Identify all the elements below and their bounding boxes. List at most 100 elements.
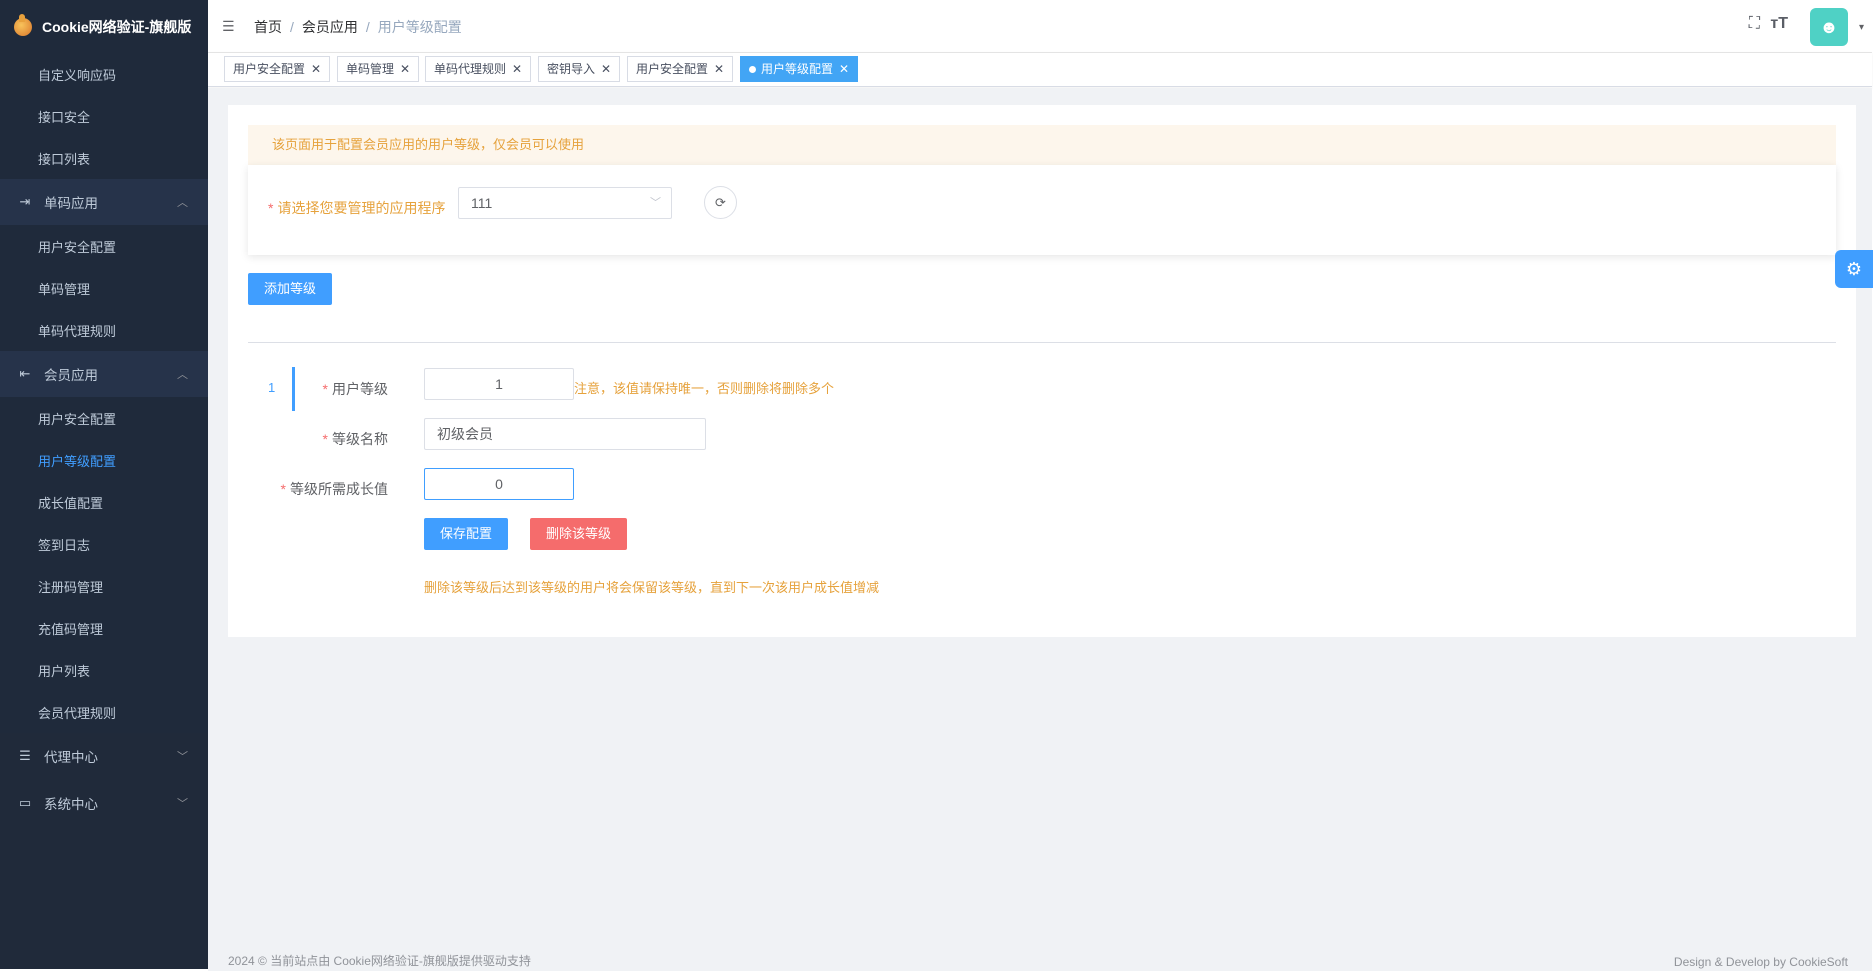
tag-label: 单码代理规则 — [434, 62, 507, 76]
tag-label: 用户安全配置 — [233, 62, 306, 76]
sidebar-item-single-code-manage[interactable]: 单码管理 — [0, 267, 208, 309]
sidebar-item-recharge-code-manage[interactable]: 充值码管理 — [0, 607, 208, 649]
sidebar-item-single-code-agent-rules[interactable]: 单码代理规则 — [0, 309, 208, 351]
app-select-label-text: 请选择您要管理的应用程序 — [277, 200, 446, 216]
breadcrumb-separator: / — [290, 19, 294, 35]
sidebar-item-member-agent-rules[interactable]: 会员代理规则 — [0, 691, 208, 733]
sidebar-item-register-code-manage[interactable]: 注册码管理 — [0, 565, 208, 607]
tag-single-code-agent-rules[interactable]: 单码代理规则 ✕ — [425, 56, 532, 82]
tag-key-import[interactable]: 密钥导入 ✕ — [538, 56, 621, 82]
sidebar-group-label: 单码应用 — [44, 196, 98, 211]
sidebar-item-label: 会员代理规则 — [38, 705, 117, 721]
sidebar-group-member-app[interactable]: ⇤ 会员应用 ︿ — [0, 351, 208, 397]
save-config-button[interactable]: 保存配置 — [424, 518, 509, 550]
sidebar-item-api-list[interactable]: 接口列表 — [0, 137, 208, 179]
sidebar-item-member-user-security-config[interactable]: 用户安全配置 — [0, 397, 208, 439]
sidebar-item-label: 接口列表 — [38, 151, 91, 167]
breadcrumb-member-app[interactable]: 会员应用 — [302, 19, 358, 35]
close-icon[interactable]: ✕ — [601, 62, 611, 76]
breadcrumb-current: 用户等级配置 — [377, 19, 462, 35]
sidebar-group-label: 会员应用 — [44, 368, 98, 383]
tag-single-code-manage[interactable]: 单码管理 ✕ — [337, 56, 420, 82]
sidebar-item-growth-config[interactable]: 成长值配置 — [0, 481, 208, 523]
required-mark: * — [322, 381, 328, 397]
sidebar-group-single-code-app[interactable]: ⇥ 单码应用 ︿ — [0, 179, 208, 225]
gear-icon: ⚙ — [1845, 258, 1863, 279]
sidebar-item-label: 注册码管理 — [38, 579, 104, 595]
app-select-value: 111 — [471, 195, 493, 211]
tag-user-level-config[interactable]: 用户等级配置 ✕ — [740, 56, 859, 82]
sidebar-item-label: 单码代理规则 — [38, 323, 117, 339]
sidebar-item-user-list[interactable]: 用户列表 — [0, 649, 208, 691]
tag-label: 用户等级配置 — [761, 62, 834, 76]
logout-icon: ⇤ — [19, 366, 31, 381]
logo[interactable]: Cookie网络验证-旗舰版 — [0, 0, 208, 53]
sidebar-item-checkin-log[interactable]: 签到日志 — [0, 523, 208, 565]
sidebar-group-system-center[interactable]: ▭ 系统中心 ﹀ — [0, 779, 208, 827]
close-icon[interactable]: ✕ — [714, 62, 724, 76]
breadcrumb-home[interactable]: 首页 — [254, 19, 282, 35]
delete-level-button[interactable]: 删除该等级 — [530, 518, 628, 550]
app-title: Cookie网络验证-旗舰版 — [42, 18, 192, 35]
sidebar-item-api-security[interactable]: 接口安全 — [0, 95, 208, 137]
font-size-icon[interactable]: тT — [1770, 15, 1788, 33]
tags-view: 用户安全配置 ✕ 单码管理 ✕ 单码代理规则 ✕ 密钥导入 ✕ 用户安全配置 ✕ 用户等级… — [208, 53, 1872, 87]
tree-icon: ☰ — [19, 748, 31, 763]
sidebar-item-label: 用户列表 — [38, 663, 91, 679]
sidebar-group-label: 代理中心 — [44, 750, 98, 765]
sidebar-item-user-security-config[interactable]: 用户安全配置 — [0, 225, 208, 267]
sidebar-item-label: 单码管理 — [38, 281, 91, 297]
close-icon[interactable]: ✕ — [512, 62, 522, 76]
logo-icon — [14, 13, 32, 36]
sidebar-item-label: 用户等级配置 — [38, 453, 117, 469]
user-level-label: * 用户等级 — [228, 379, 388, 399]
tag-label: 用户安全配置 — [636, 62, 709, 76]
sidebar-item-user-level-config[interactable]: 用户等级配置 — [0, 439, 208, 481]
hamburger-icon[interactable]: ☰ — [222, 18, 235, 35]
sidebar: Cookie网络验证-旗舰版 自定义响应码 接口安全 接口列表 ⇥ 单码应用 ︿… — [0, 0, 208, 969]
chevron-up-icon: ︿ — [177, 369, 188, 381]
growth-value-input[interactable]: 0 — [424, 468, 574, 500]
tag-label: 单码管理 — [346, 62, 395, 76]
tag-label: 密钥导入 — [547, 62, 596, 76]
sidebar-item-label: 用户安全配置 — [38, 239, 117, 255]
app-select-label: * 请选择您要管理的应用程序 — [268, 198, 445, 218]
app-select[interactable]: 111 ﹀ — [458, 187, 672, 219]
footer-credit: Design & Develop by CookieSoft — [1673, 955, 1848, 969]
close-icon[interactable]: ✕ — [839, 62, 849, 76]
tag-user-security-config-2[interactable]: 用户安全配置 ✕ — [627, 56, 734, 82]
sidebar-item-label: 成长值配置 — [38, 495, 104, 511]
sidebar-item-label: 充值码管理 — [38, 621, 104, 637]
close-icon[interactable]: ✕ — [400, 62, 410, 76]
growth-value-label: * 等级所需成长值 — [228, 479, 388, 499]
user-level-input[interactable]: 1 — [424, 368, 574, 400]
app-main: 该页面用于配置会员应用的用户等级，仅会员可以使用 * 请选择您要管理的应用程序 1… — [208, 88, 1872, 971]
tag-user-security-config[interactable]: 用户安全配置 ✕ — [224, 56, 331, 82]
refresh-button[interactable]: ⟳ — [704, 186, 737, 219]
chevron-up-icon: ︿ — [177, 197, 188, 209]
content-card: 该页面用于配置会员应用的用户等级，仅会员可以使用 * 请选择您要管理的应用程序 1… — [228, 105, 1856, 637]
required-mark: * — [268, 200, 274, 216]
close-icon[interactable]: ✕ — [311, 62, 321, 76]
add-level-button[interactable]: 添加等级 — [248, 273, 333, 305]
avatar[interactable]: ☻ — [1810, 8, 1848, 46]
settings-button[interactable]: ⚙ — [1835, 250, 1873, 288]
breadcrumb-separator: / — [365, 19, 370, 35]
sidebar-group-label: 系统中心 — [44, 797, 98, 812]
chevron-down-icon: ﹀ — [177, 798, 188, 810]
required-mark: * — [322, 431, 328, 447]
caret-down-icon[interactable]: ▾ — [1859, 22, 1864, 33]
sidebar-item-label: 签到日志 — [38, 537, 91, 553]
info-alert: 该页面用于配置会员应用的用户等级，仅会员可以使用 — [248, 125, 1836, 165]
level-name-input[interactable]: 初级会员 — [424, 418, 706, 450]
sidebar-item-custom-response-code[interactable]: 自定义响应码 — [0, 53, 208, 95]
navbar: ☰ 首页 / 会员应用 / 用户等级配置 ⛶ тT ☻ ▾ — [208, 0, 1872, 53]
avatar-image-icon: ☻ — [1819, 16, 1839, 37]
sidebar-item-label: 用户安全配置 — [38, 411, 117, 427]
user-level-note: 注意，该值请保持唯一，否则删除将删除多个 — [574, 381, 835, 396]
chevron-down-icon: ﹀ — [650, 197, 661, 209]
fullscreen-icon[interactable]: ⛶ — [1749, 15, 1760, 33]
sidebar-group-agent-center[interactable]: ☰ 代理中心 ﹀ — [0, 733, 208, 779]
level-name-label-text: 等级名称 — [332, 431, 388, 447]
level-name-label: * 等级名称 — [228, 429, 388, 449]
